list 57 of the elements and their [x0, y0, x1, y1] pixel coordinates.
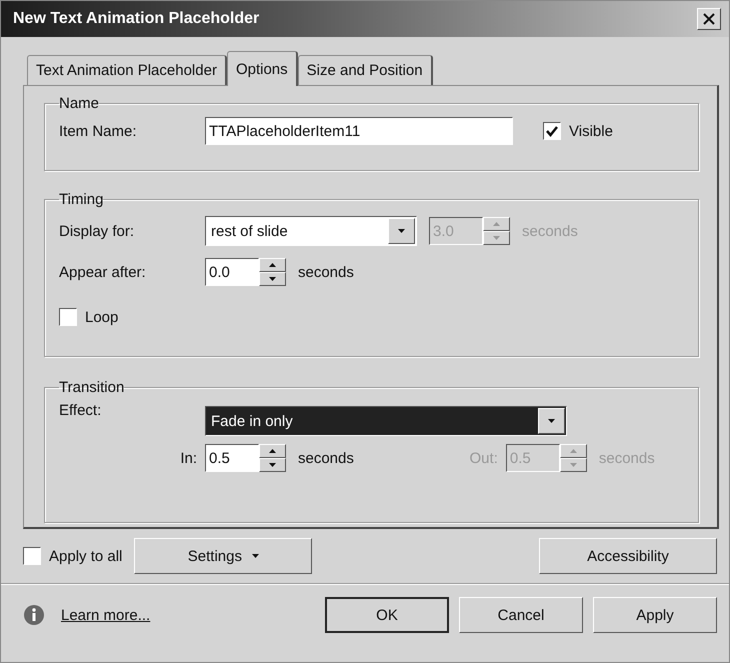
checkbox-label: Loop — [85, 308, 118, 326]
dropdown-arrow-icon — [398, 229, 405, 233]
tab[interactable]: Text Animation Placeholder — [27, 55, 227, 85]
dropdown[interactable]: Fade in only — [205, 406, 567, 436]
dropdown[interactable]: rest of slide — [205, 216, 417, 246]
spin-down-button[interactable] — [560, 458, 587, 472]
dialog-button[interactable]: OK — [325, 597, 449, 633]
down-arrow-icon — [269, 463, 276, 467]
group-title: Timing — [59, 191, 104, 208]
spin-up-button[interactable] — [259, 258, 286, 272]
up-arrow-icon — [269, 263, 276, 267]
number-field[interactable]: 0.5 — [205, 444, 259, 472]
close-icon — [703, 13, 715, 25]
spin-down-button[interactable] — [259, 458, 286, 472]
accessibility-button[interactable]: Accessibility — [539, 538, 717, 574]
unit-label: seconds — [298, 450, 354, 466]
spin-up-button[interactable] — [259, 444, 286, 458]
number-field[interactable]: 0.0 — [205, 258, 259, 286]
group-title: Transition — [59, 379, 124, 396]
spin-down-button[interactable] — [483, 231, 510, 245]
learn-more-link[interactable]: Learn more... — [61, 606, 150, 624]
dropdown-arrow-icon — [548, 419, 555, 423]
down-arrow-icon — [269, 277, 276, 281]
field-label: Display for: — [59, 222, 136, 240]
settings-button[interactable]: Settings — [134, 538, 312, 574]
field-label: Out: — [468, 450, 499, 466]
tab[interactable]: Options — [226, 51, 298, 86]
down-arrow-icon — [570, 463, 577, 467]
group-title: Name — [59, 95, 100, 112]
field-label: Effect: — [59, 401, 102, 419]
down-arrow-icon — [493, 236, 500, 240]
checkbox[interactable] — [543, 122, 561, 140]
up-arrow-icon — [269, 449, 276, 453]
field-label: In: — [179, 450, 198, 466]
checkbox[interactable] — [23, 547, 41, 565]
info-icon — [23, 604, 45, 626]
unit-label: seconds — [298, 264, 354, 280]
close-button[interactable] — [697, 8, 721, 30]
window-title: New Text Animation Placeholder — [13, 10, 260, 28]
checkmark-icon — [546, 126, 558, 136]
up-arrow-icon — [570, 449, 577, 453]
checkbox[interactable] — [59, 308, 77, 326]
spin-down-button[interactable] — [259, 272, 286, 286]
caret-icon — [252, 554, 259, 558]
spin-up-button[interactable] — [560, 444, 587, 458]
checkbox-label: Apply to all — [49, 548, 122, 564]
dialog-button[interactable]: Apply — [593, 597, 717, 633]
field-label: Item Name: — [59, 122, 138, 140]
dialog-button[interactable]: Cancel — [459, 597, 583, 633]
up-arrow-icon — [493, 222, 500, 226]
checkbox-label: Visible — [569, 122, 613, 140]
unit-label: seconds — [598, 450, 655, 466]
unit-label: seconds — [522, 222, 578, 240]
item-name-field[interactable]: TTAPlaceholderItem11 — [205, 117, 513, 145]
tab[interactable]: Size and Position — [298, 55, 433, 85]
spin-up-button[interactable] — [483, 217, 510, 231]
field-label: Appear after: — [59, 264, 147, 280]
